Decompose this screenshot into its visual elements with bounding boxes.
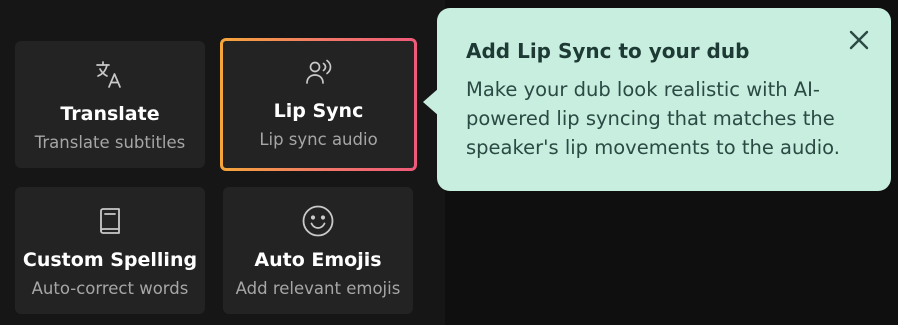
auto-emojis-card[interactable]: Auto Emojis Add relevant emojis	[223, 187, 413, 314]
custom-spelling-title: Custom Spelling	[22, 249, 198, 271]
tooltip-arrow	[423, 88, 439, 116]
lip-sync-card[interactable]: Lip Sync Lip sync audio	[220, 38, 417, 171]
tooltip-title: Add Lip Sync to your dub	[466, 39, 750, 63]
book-icon	[93, 204, 127, 238]
close-icon[interactable]	[847, 28, 871, 52]
tooltip-body: Make your dub look realistic with AI-pow…	[466, 78, 840, 159]
speaking-person-icon	[302, 55, 336, 89]
auto-emojis-subtitle: Add relevant emojis	[235, 279, 401, 298]
features-panel: Translate Translate subtitles Lip Sync L…	[0, 0, 445, 325]
translate-title: Translate	[60, 103, 160, 125]
auto-emojis-title: Auto Emojis	[254, 249, 382, 271]
smiley-icon	[301, 204, 335, 238]
translate-subtitle: Translate subtitles	[34, 133, 186, 152]
translate-icon	[93, 58, 127, 92]
lip-sync-title: Lip Sync	[273, 100, 364, 122]
lip-sync-subtitle: Lip sync audio	[259, 130, 378, 149]
custom-spelling-subtitle: Auto-correct words	[31, 279, 189, 298]
translate-card[interactable]: Translate Translate subtitles	[15, 41, 205, 168]
custom-spelling-card[interactable]: Custom Spelling Auto-correct words	[15, 187, 205, 314]
lip-sync-tooltip: Add Lip Sync to your dub Make your dub l…	[423, 8, 891, 191]
